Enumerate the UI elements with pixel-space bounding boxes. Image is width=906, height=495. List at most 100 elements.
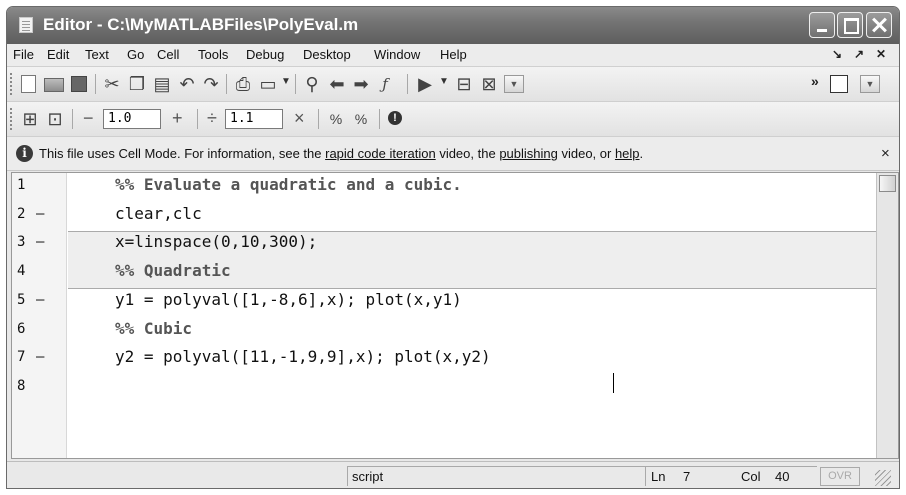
toolbar-separator [379, 109, 380, 129]
back-icon[interactable]: ⬅ [327, 74, 347, 94]
code-editor[interactable]: 1%% Evaluate a quadratic and a cubic. 2– c… [11, 172, 899, 459]
close-icon[interactable]: × [881, 145, 890, 162]
menu-go[interactable]: Go [127, 47, 144, 62]
cursor-position-status [645, 466, 817, 486]
window-title: Editor - C:\MyMATLABFiles\PolyEval.m [43, 15, 359, 34]
undock-icon[interactable]: ↘ [832, 47, 842, 61]
divide-button[interactable]: ÷ [207, 108, 217, 129]
toolbar-dropdown[interactable]: ▼ [860, 75, 880, 93]
line-label: Ln [651, 469, 666, 484]
code-line[interactable]: y1 = polyval([1,-8,6],x); plot(x,y1) [115, 290, 462, 309]
column-label: Col [741, 469, 761, 484]
close-document-icon[interactable]: ✕ [876, 47, 886, 61]
insert-cell-icon[interactable]: ⊞ [20, 109, 40, 129]
menu-desktop[interactable]: Desktop [303, 47, 351, 62]
code-line[interactable]: clear,clc [115, 204, 202, 223]
editor-window: Editor - C:\MyMATLABFiles\PolyEval.m Fil… [6, 6, 900, 489]
undo-icon[interactable]: ↶ [177, 74, 197, 94]
cut-icon[interactable]: ✂ [102, 74, 122, 94]
resize-grip-icon[interactable] [875, 470, 891, 486]
help-link[interactable]: help [615, 146, 640, 161]
line-number: 1 [17, 177, 26, 193]
info-icon: i [16, 145, 33, 162]
cell-title-line[interactable]: %% Quadratic [115, 261, 231, 280]
maximize-button[interactable] [837, 12, 863, 38]
percent-plus-icon[interactable]: % [326, 109, 346, 129]
toolbar-overflow-icon[interactable]: » [811, 73, 819, 89]
step-icon[interactable]: ⊟ [454, 74, 474, 94]
line-number: 3 [17, 234, 26, 251]
redo-icon[interactable]: ↷ [201, 74, 221, 94]
menu-file[interactable]: File [13, 47, 34, 62]
print-icon[interactable]: ⎙ [233, 74, 253, 94]
rapid-code-iteration-link[interactable]: rapid code iteration [325, 146, 436, 161]
code-line[interactable]: y2 = polyval([11,-1,9,9],x); plot(x,y2) [115, 347, 491, 366]
toolbar-separator [72, 109, 73, 129]
line-number: 4 [17, 263, 26, 280]
find-files-icon[interactable]: ▭ [258, 74, 278, 94]
publishing-link[interactable]: publishing [499, 146, 558, 161]
multiply-button[interactable]: × [294, 108, 305, 129]
cell-title-line[interactable]: %% Cubic [115, 319, 192, 338]
open-folder-icon[interactable] [44, 78, 64, 92]
find-icon[interactable]: ⚲ [302, 74, 322, 94]
toolbar-separator [95, 74, 96, 94]
toolbar-grip[interactable] [10, 73, 12, 95]
menu-tools[interactable]: Tools [198, 47, 228, 62]
breakpoint-icon[interactable]: ⊠ [479, 74, 499, 94]
percent-minus-icon[interactable]: % [351, 109, 371, 129]
vertical-scrollbar[interactable] [876, 173, 898, 458]
status-bar: script Ln 7 Col 40 OVR [7, 461, 899, 488]
toolbar-checkbox[interactable] [830, 75, 848, 93]
function-icon[interactable]: ƒ [375, 74, 395, 94]
chevron-down-icon[interactable]: ▼ [281, 76, 291, 87]
toolbar-grip[interactable] [10, 108, 12, 130]
toolbar-separator [197, 109, 198, 129]
new-file-icon[interactable] [21, 75, 36, 93]
breakpoint-marker[interactable]: – [36, 349, 44, 365]
menu-debug[interactable]: Debug [246, 47, 284, 62]
chevron-down-icon[interactable]: ▼ [439, 76, 449, 87]
decrement-button[interactable]: − [83, 108, 94, 129]
increment-button[interactable]: + [172, 108, 183, 129]
code-line[interactable]: x=linspace(0,10,300); [115, 232, 317, 251]
line-number: 5 [17, 291, 26, 308]
close-window-button[interactable] [866, 12, 892, 38]
toolbar-separator [318, 109, 319, 129]
divide-value-field[interactable]: 1.1 [225, 109, 283, 129]
decrement-value-field[interactable]: 1.0 [103, 109, 161, 129]
cell-mode-info-bar: i This file uses Cell Mode. For informat… [7, 137, 899, 171]
menu-help[interactable]: Help [440, 47, 467, 62]
menu-window[interactable]: Window [374, 47, 420, 62]
dock-arrow-icon[interactable]: ↗ [854, 47, 864, 61]
run-icon[interactable]: ▶ [415, 74, 435, 94]
minimize-button[interactable] [809, 12, 835, 38]
show-cell-icon[interactable]: ⊡ [45, 109, 65, 129]
toolbar-separator [407, 74, 408, 94]
file-type-status: script [347, 466, 645, 486]
menu-cell[interactable]: Cell [157, 47, 179, 62]
breakpoint-marker[interactable]: – [36, 292, 44, 308]
info-icon[interactable]: ! [388, 111, 402, 125]
main-toolbar: ✂ ❐ ▤ ↶ ↷ ⎙ ▭ ▼ ⚲ ⬅ ➡ ƒ ▶ ▼ ⊟ ⊠ ▼ » ▼ [7, 67, 899, 102]
paste-icon[interactable]: ▤ [152, 74, 172, 94]
forward-icon[interactable]: ➡ [351, 74, 371, 94]
menu-edit[interactable]: Edit [47, 47, 69, 62]
toolbar-separator [226, 74, 227, 94]
toolbar-separator [295, 74, 296, 94]
line-number: 6 [17, 320, 26, 337]
line-number: 2 [17, 205, 26, 222]
text-cursor [613, 373, 614, 393]
overwrite-status: OVR [820, 467, 860, 486]
menu-bar: File Edit Text Go Cell Tools Debug Deskt… [7, 44, 899, 67]
title-bar[interactable]: Editor - C:\MyMATLABFiles\PolyEval.m [7, 7, 899, 44]
breakpoint-marker[interactable]: – [36, 206, 44, 222]
line-number: 7 [17, 349, 26, 366]
save-icon[interactable] [71, 76, 87, 92]
scrollbar-thumb[interactable] [879, 175, 896, 192]
stack-dropdown[interactable]: ▼ [504, 75, 524, 93]
menu-text[interactable]: Text [85, 47, 109, 62]
copy-icon[interactable]: ❐ [127, 74, 147, 94]
breakpoint-marker[interactable]: – [36, 234, 44, 250]
cell-title-line[interactable]: %% Evaluate a quadratic and a cubic. [115, 175, 462, 194]
